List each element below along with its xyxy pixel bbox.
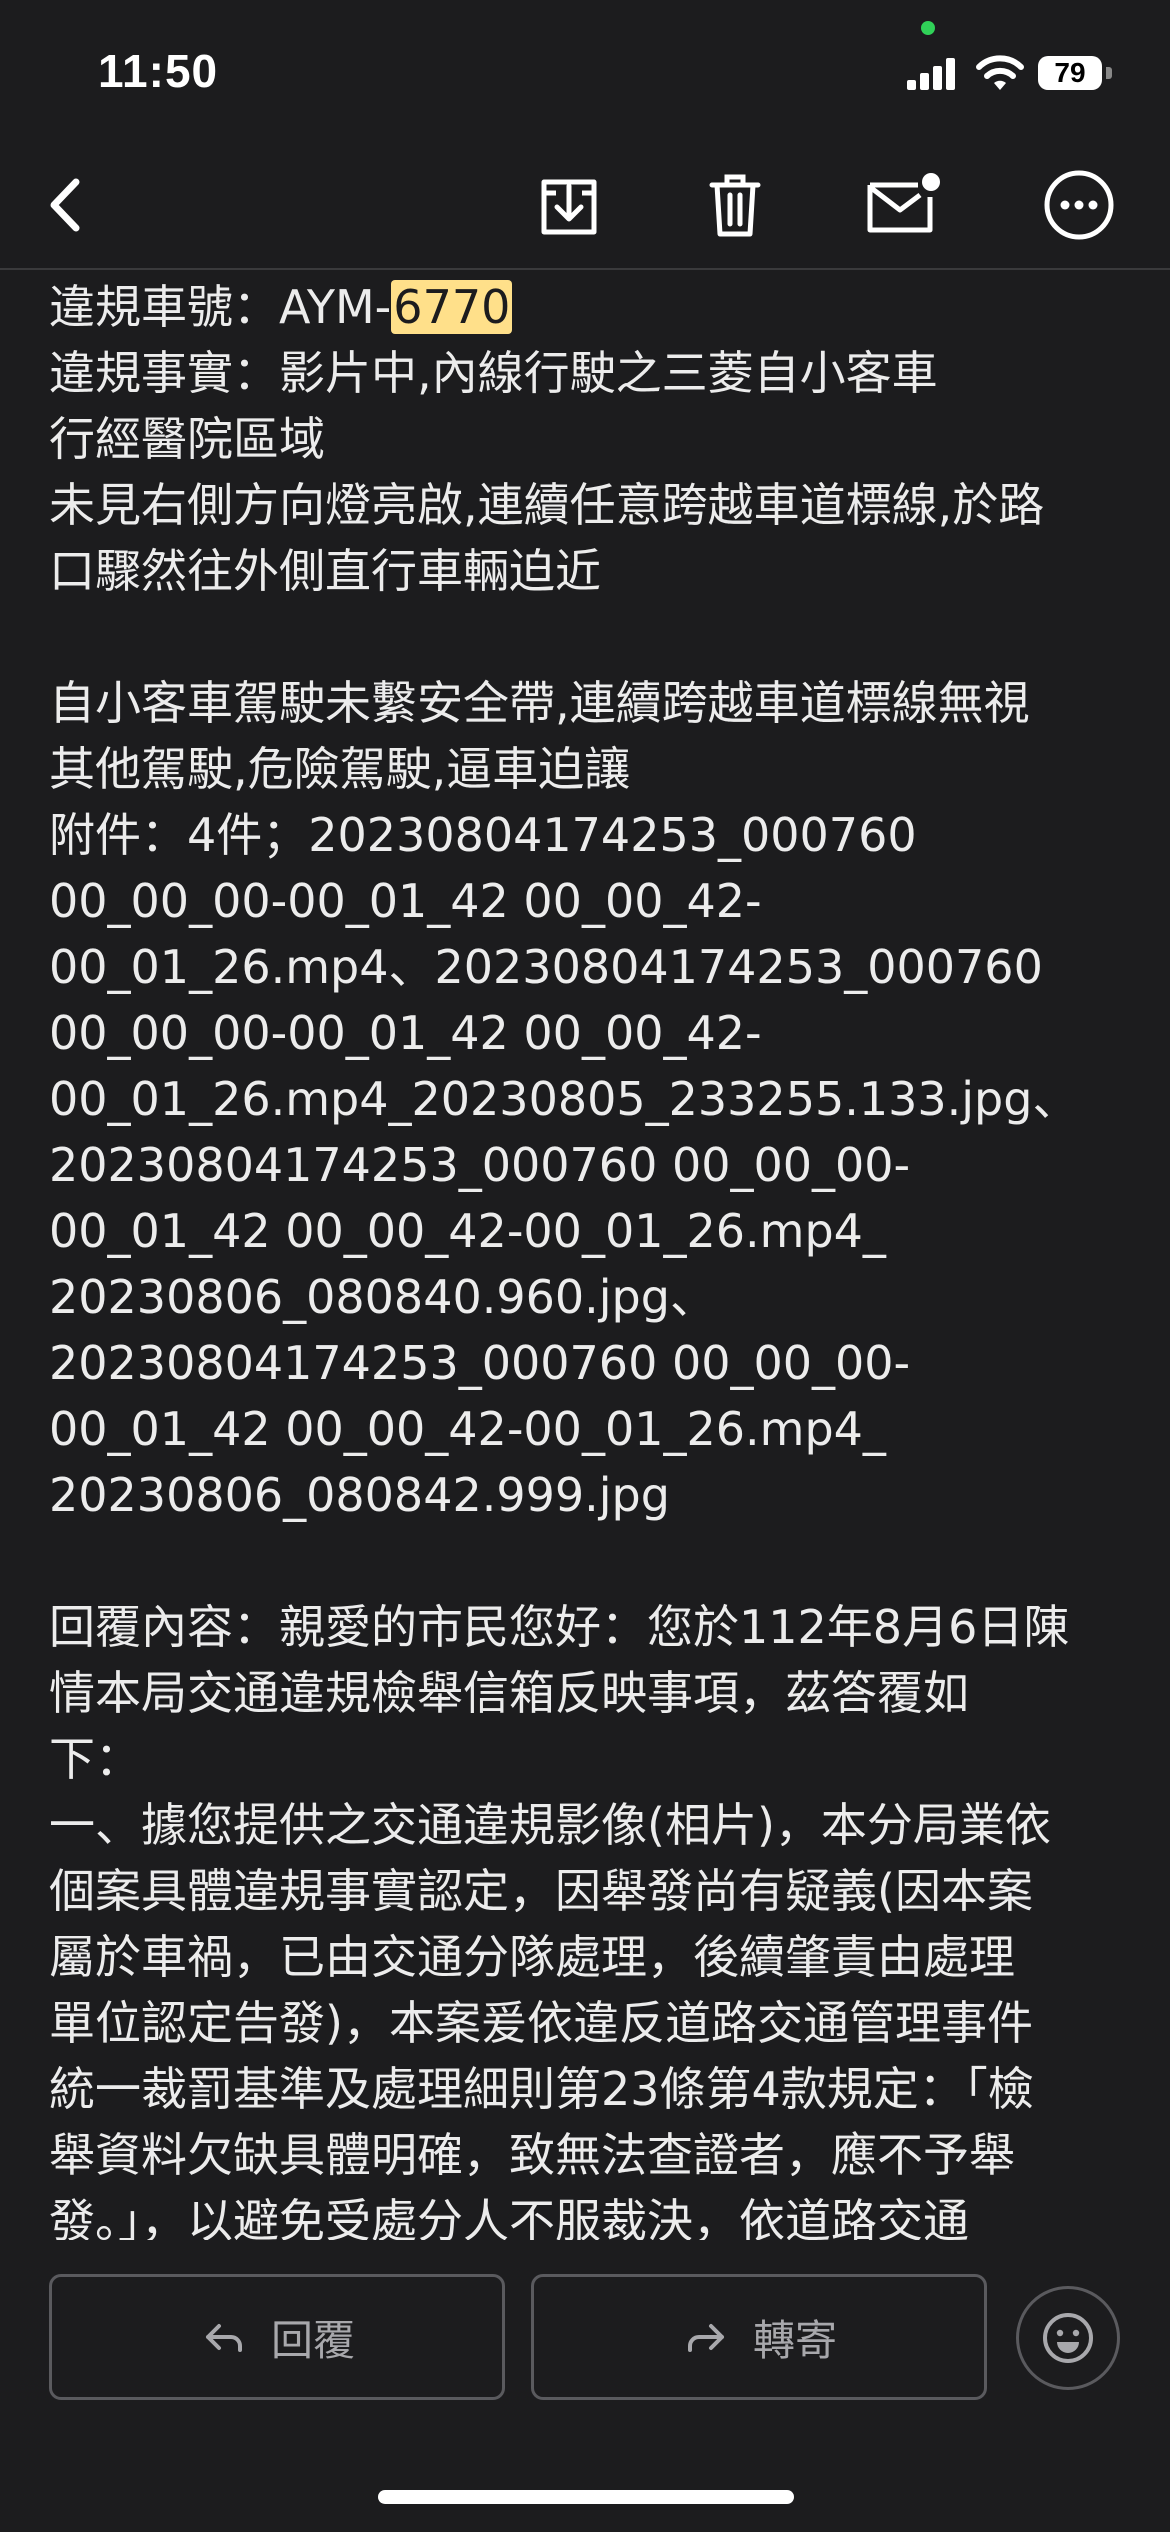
email-text-line: 違規事實：影片中,內線行駛之三菱自小客車 bbox=[49, 346, 938, 400]
email-body: 違規車號：AYM-6770 違規事實：影片中,內線行駛之三菱自小客車 行經醫院區域… bbox=[49, 274, 1129, 2240]
status-time: 11:50 bbox=[98, 45, 219, 97]
email-text-line: 00_01_26.mp4_20230805_233255.133.jpg、 bbox=[49, 1072, 1079, 1126]
status-bar: 11:50 79 bbox=[0, 0, 1170, 140]
archive-icon bbox=[541, 179, 597, 235]
forward-arrow-icon bbox=[681, 2312, 731, 2362]
reply-button[interactable]: 回覆 bbox=[49, 2274, 505, 2400]
reply-label: 回覆 bbox=[270, 2315, 355, 2365]
action-bar: 回覆 轉寄 bbox=[0, 2262, 1170, 2412]
violation-plate-line: 違規車號：AYM-6770 bbox=[49, 274, 1129, 340]
email-text-line: 一、據您提供之交通違規影像(相片)，本分局業依 bbox=[49, 1798, 1051, 1852]
privacy-indicator bbox=[921, 21, 935, 35]
search-highlight: 6770 bbox=[391, 280, 513, 334]
email-text-line: 20230806_080842.999.jpg bbox=[49, 1468, 670, 1522]
email-text-line: 00_01_26.mp4、20230804174253_000760 bbox=[49, 940, 1043, 994]
email-text-line: 回覆內容：親愛的市民您好：您於112年8月6日陳 bbox=[49, 1600, 1070, 1654]
email-text-line: 發。」，以避免受處分人不服裁決，依道路交通 bbox=[49, 2194, 969, 2240]
battery-icon: 79 bbox=[1038, 54, 1118, 94]
email-text-line: 00_00_00-00_01_42 00_00_42- bbox=[49, 874, 762, 928]
email-text-line: 20230804174253_000760 00_00_00- bbox=[49, 1336, 911, 1390]
email-text-line: 單位認定告發)，本案爰依違反道路交通管理事件 bbox=[49, 1996, 1033, 2050]
plate-label: 違規車號：AYM- bbox=[49, 280, 392, 334]
email-text-line: 自小客車駕駛未繫安全帶,連續跨越車道標線無視 bbox=[49, 676, 1030, 730]
cellular-signal-icon bbox=[905, 54, 965, 94]
email-text-line: 舉資料欠缺具體明確，致無法查證者，應不予舉 bbox=[49, 2128, 1015, 2182]
email-text-line: 附件：4件；20230804174253_000760 bbox=[49, 808, 917, 862]
more-button[interactable] bbox=[1034, 160, 1124, 250]
mark-unread-button[interactable] bbox=[860, 160, 950, 250]
email-text-line: 個案具體違規事實認定，因舉發尚有疑義(因本案 bbox=[49, 1864, 1033, 1918]
mail-toolbar bbox=[0, 140, 1170, 270]
email-text-line: 其他駕駛,危險駕駛,逼車迫讓 bbox=[49, 742, 631, 796]
chevron-left-icon bbox=[50, 178, 80, 232]
forward-label: 轉寄 bbox=[752, 2315, 837, 2365]
archive-button[interactable] bbox=[524, 160, 614, 250]
email-text-line: 口驟然往外側直行車輛迫近 bbox=[49, 544, 601, 598]
delete-button[interactable] bbox=[690, 160, 780, 250]
email-text-line: 00_00_00-00_01_42 00_00_42- bbox=[49, 1006, 762, 1060]
email-text-line: 20230806_080840.960.jpg、 bbox=[49, 1270, 716, 1324]
email-text-line: 未見右側方向燈亮啟,連續任意跨越車道標線,於路 bbox=[49, 478, 1045, 532]
email-text-line: 屬於車禍，已由交通分隊處理，後續肇責由處理 bbox=[49, 1930, 1015, 1984]
email-body-lines: 違規事實：影片中,內線行駛之三菱自小客車 行經醫院區域未見右側方向燈亮啟,連續任意… bbox=[49, 340, 1129, 2240]
email-text-line: 行經醫院區域 bbox=[49, 412, 325, 466]
emoji-reaction-button[interactable] bbox=[1016, 2286, 1120, 2390]
home-indicator bbox=[378, 2490, 794, 2504]
email-text-line: 情本局交通違規檢舉信箱反映事項，茲答覆如 bbox=[49, 1666, 969, 1720]
forward-button[interactable]: 轉寄 bbox=[531, 2274, 987, 2400]
more-icon bbox=[1044, 170, 1114, 240]
envelope-unread-icon bbox=[867, 173, 940, 233]
battery-level: 79 bbox=[1054, 57, 1086, 88]
back-button[interactable] bbox=[20, 160, 110, 250]
trash-icon bbox=[709, 174, 761, 237]
email-text-line bbox=[49, 604, 1129, 670]
email-text-line: 00_01_42 00_00_42-00_01_26.mp4_ bbox=[49, 1402, 886, 1456]
email-text-line bbox=[49, 1528, 1129, 1594]
email-text-line: 下： bbox=[49, 1732, 141, 1786]
email-text-line: 00_01_42 00_00_42-00_01_26.mp4_ bbox=[49, 1204, 886, 1258]
smiley-icon bbox=[1043, 2313, 1093, 2363]
reply-arrow-icon bbox=[199, 2312, 249, 2362]
email-text-line: 20230804174253_000760 00_00_00- bbox=[49, 1138, 911, 1192]
wifi-icon bbox=[975, 54, 1025, 94]
email-text-line: 統一裁罰基準及處理細則第23條第4款規定：「檢 bbox=[49, 2062, 1034, 2116]
